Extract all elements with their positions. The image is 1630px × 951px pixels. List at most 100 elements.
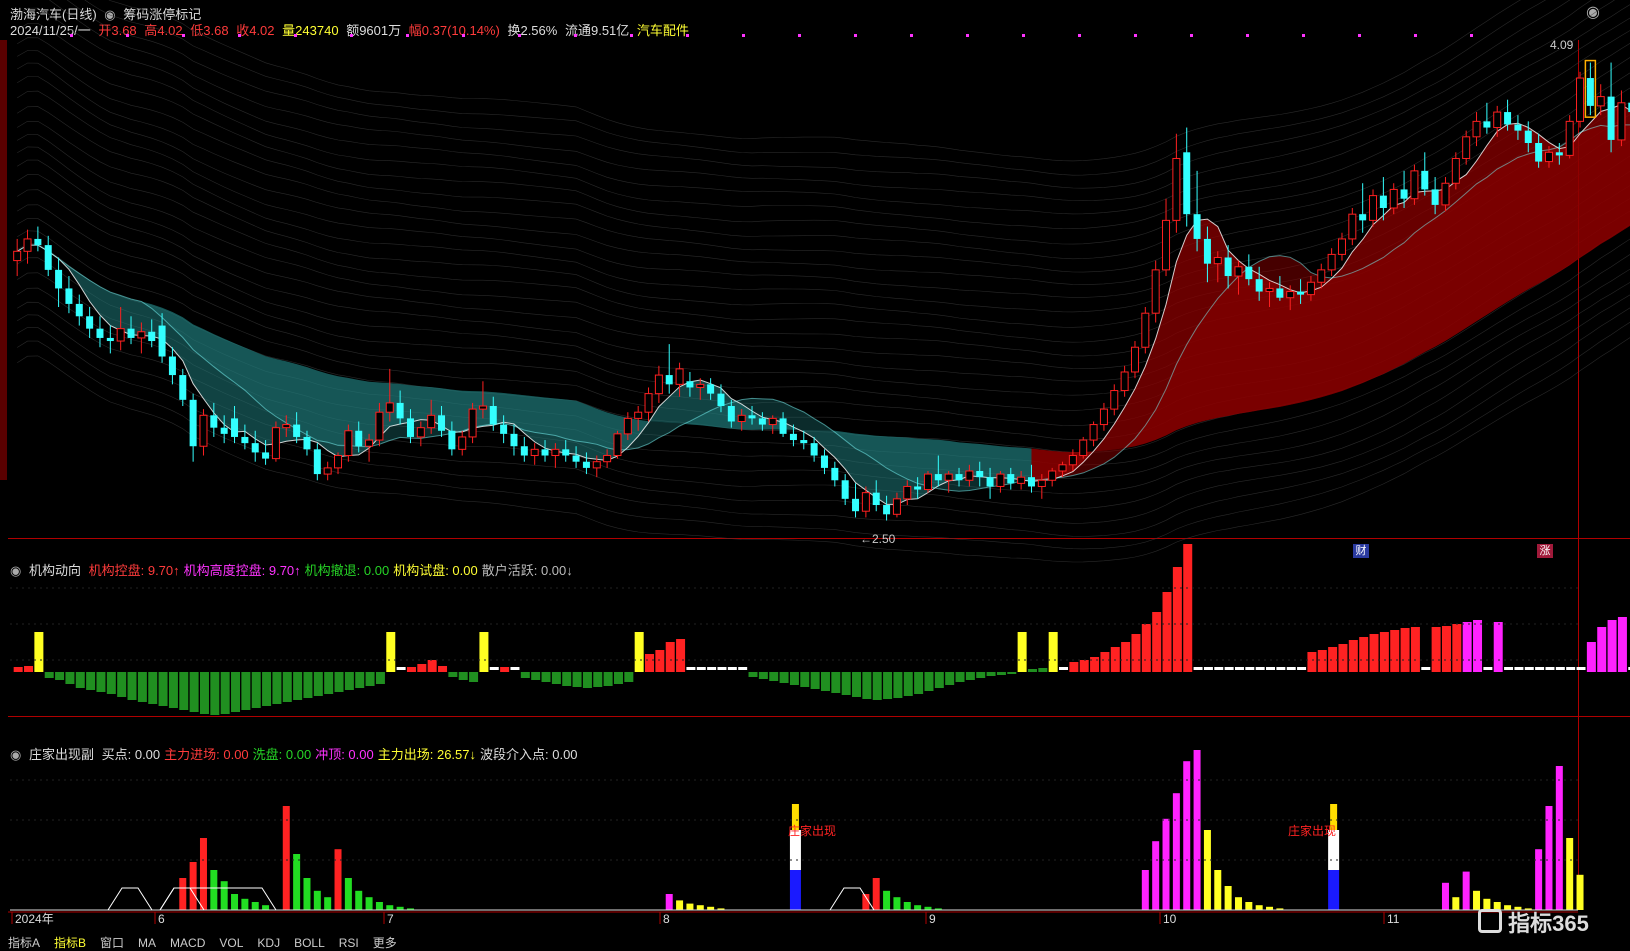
institution-bar (593, 672, 603, 687)
candle-body (168, 356, 176, 376)
candle-body (1172, 157, 1181, 221)
institution-bar (1390, 630, 1400, 672)
institution-bar (1504, 667, 1514, 670)
institution-bar (44, 672, 54, 678)
candle-body (955, 474, 963, 481)
bottom-tab-7[interactable]: BOLL (294, 936, 325, 950)
institution-bar (841, 672, 851, 695)
candle-body (1400, 189, 1408, 199)
event-tick (798, 34, 801, 37)
bottom-tab-2[interactable]: 窗口 (100, 936, 124, 950)
event-tick (1246, 34, 1249, 37)
finance-badge[interactable]: 财 (1353, 544, 1369, 558)
bottom-tab-8[interactable]: RSI (339, 936, 359, 950)
pane2-title[interactable]: 机构动向 (29, 563, 81, 578)
time-label: 7 (387, 912, 394, 926)
institution-bar (831, 672, 841, 693)
dealer-bar (241, 898, 249, 910)
institution-bar (1266, 667, 1276, 670)
price-chart[interactable]: 2024年 6 7 8 9 10 11 (0, 0, 1630, 950)
institution-bar (396, 667, 406, 670)
pane2-fields: 机构控盘: 9.70↑ 机构高度控盘: 9.70↑ 机构撤退: 0.00 机构试盘: … (89, 563, 577, 578)
candle-body (1389, 188, 1398, 209)
dealer-bar (1545, 806, 1553, 910)
bottom-tab-bar: 指标A 指标B 窗口 MA MACD VOL KDJ BOLL RSI 更多 (8, 934, 411, 951)
institution-bar (1421, 667, 1431, 670)
candle-body (1245, 266, 1253, 280)
candle-body (303, 436, 311, 450)
institution-bar (1307, 652, 1317, 672)
candle-body (1617, 102, 1626, 141)
bottom-tab-3[interactable]: MA (138, 936, 156, 950)
time-label: 10 (1163, 912, 1177, 926)
pane2-settings-icon[interactable]: ◉ (10, 563, 21, 578)
candle-body (1058, 464, 1067, 472)
bottom-tab-0[interactable]: 指标A (8, 936, 40, 950)
institution-bar (613, 672, 623, 684)
institution-bar (355, 672, 365, 688)
dealer-bar (1452, 897, 1460, 910)
institution-bar (603, 672, 613, 686)
candle-body (489, 406, 497, 425)
candle-body (158, 325, 166, 357)
candle-body (262, 452, 270, 459)
dealer-annotation-2: 庄家出现 (1288, 824, 1337, 838)
bottom-tab-6[interactable]: KDJ (257, 936, 280, 950)
candle-body (654, 374, 663, 395)
pane2-field-4: 散户活跃: 0.00↓ (481, 563, 573, 578)
institution-bar (862, 672, 872, 699)
candle-body (800, 440, 808, 444)
institution-bar (686, 667, 696, 670)
institution-bar (965, 672, 975, 680)
candle-body (613, 433, 622, 457)
institution-bar (1452, 624, 1462, 672)
candle-body (220, 427, 228, 434)
pane3-field-2: 洗盘: 0.00 (252, 747, 312, 762)
institution-bar (727, 667, 737, 670)
candle-body (820, 455, 828, 468)
fan-line (66, 0, 1571, 189)
candle-body (1524, 130, 1532, 144)
candle-body (323, 467, 332, 475)
candle-body (1276, 288, 1284, 298)
candle-body (23, 238, 32, 252)
institution-bar (137, 672, 147, 702)
candle-body (189, 399, 197, 447)
pane3-settings-icon[interactable]: ◉ (10, 747, 21, 762)
institution-bar (1297, 667, 1307, 670)
limit-up-badge[interactable]: 涨 (1537, 544, 1553, 558)
candle-body (1576, 77, 1585, 122)
institution-bar (924, 672, 934, 691)
institution-bar (1607, 620, 1617, 672)
candle-body (34, 238, 42, 246)
dealer-bar (1535, 849, 1543, 910)
pane2-field-2: 机构撤退: 0.00 (304, 563, 390, 578)
bottom-tab-9[interactable]: 更多 (373, 936, 397, 950)
bottom-tab-4[interactable]: MACD (170, 936, 205, 950)
fan-line (48, 0, 1592, 201)
institution-bar (810, 672, 820, 689)
institution-bar (1131, 634, 1141, 672)
candle-body (1017, 476, 1026, 484)
dealer-bar (1172, 793, 1180, 910)
event-tick (462, 34, 465, 37)
institution-bar (469, 672, 479, 682)
candle-body (1359, 214, 1367, 221)
institution-bar (758, 672, 768, 679)
bottom-tab-1[interactable]: 指标B (54, 936, 86, 950)
institution-bar (406, 667, 416, 672)
institution-bar (1514, 667, 1524, 670)
institution-bar (1369, 634, 1379, 672)
pane3-title[interactable]: 庄家出现副 (29, 747, 94, 762)
event-tick (126, 34, 129, 37)
candle-body (1317, 269, 1326, 283)
event-tick (686, 34, 689, 37)
institution-bar (293, 672, 303, 700)
institution-bar (1566, 667, 1576, 670)
institution-bar (324, 672, 334, 694)
candle-body (313, 449, 321, 475)
institution-bar (1007, 672, 1017, 674)
institution-bar (1524, 667, 1534, 670)
bottom-tab-5[interactable]: VOL (219, 936, 243, 950)
candle-body (541, 449, 549, 456)
